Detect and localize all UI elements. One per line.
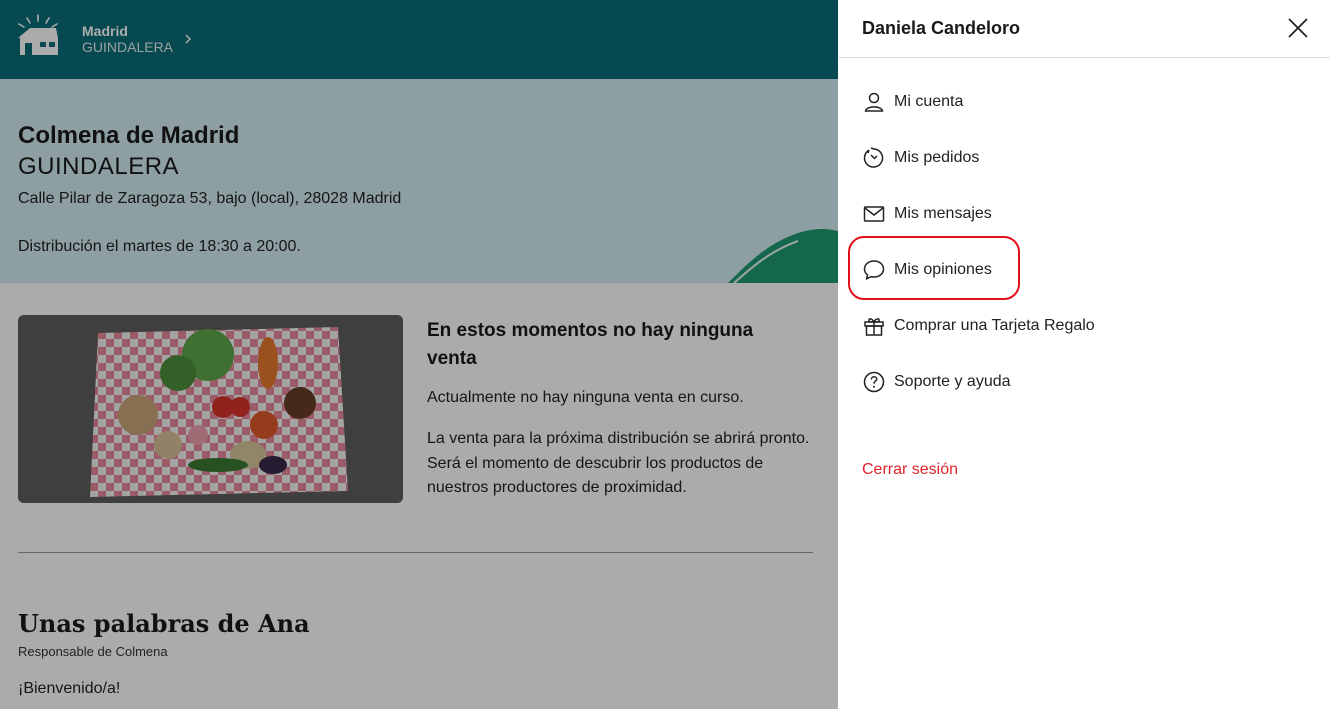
- menu-item-label: Comprar una Tarjeta Regalo: [894, 317, 1095, 334]
- menu-item-gift-card[interactable]: Comprar una Tarjeta Regalo: [862, 311, 1095, 341]
- help-icon: [863, 371, 885, 393]
- mail-icon: [863, 206, 885, 222]
- modal-backdrop[interactable]: [0, 0, 838, 709]
- menu-item-label: Soporte y ayuda: [894, 373, 1011, 390]
- gift-icon: [864, 318, 884, 336]
- user-menu-drawer: Daniela Candeloro Mi cuenta Mis pedidos …: [838, 0, 1330, 709]
- drawer-header: Daniela Candeloro: [838, 0, 1330, 58]
- menu-item-my-reviews[interactable]: Mis opiniones: [862, 255, 992, 285]
- menu-item-support[interactable]: Soporte y ayuda: [862, 367, 1011, 397]
- menu-item-my-orders[interactable]: Mis pedidos: [862, 143, 979, 173]
- user-icon: [864, 92, 884, 112]
- menu-item-my-messages[interactable]: Mis mensajes: [862, 199, 992, 229]
- user-name: Daniela Candeloro: [862, 18, 1021, 38]
- chat-bubble-icon: [863, 260, 885, 280]
- menu-item-label: Mi cuenta: [894, 93, 964, 110]
- menu-item-label: Mis mensajes: [894, 205, 992, 222]
- menu-item-label: Mis opiniones: [894, 261, 992, 278]
- logout-link[interactable]: Cerrar sesión: [862, 461, 958, 479]
- menu-item-my-account[interactable]: Mi cuenta: [862, 87, 963, 117]
- menu-item-label: Mis pedidos: [894, 149, 980, 166]
- close-icon[interactable]: [1286, 16, 1310, 40]
- clock-icon: [863, 147, 884, 168]
